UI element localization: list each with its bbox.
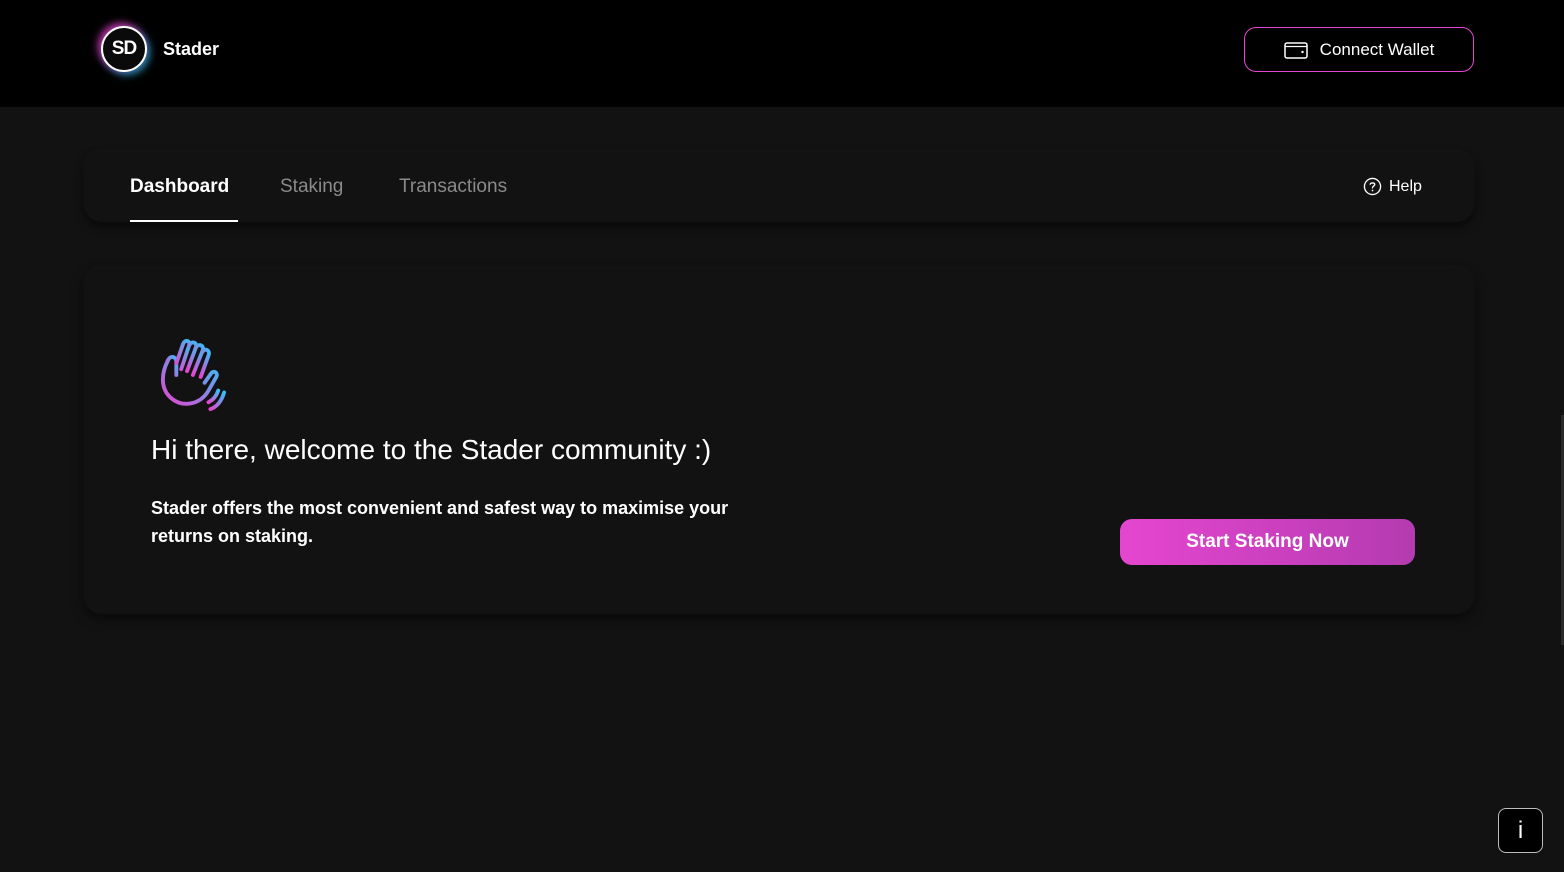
connect-wallet-button[interactable]: Connect Wallet (1244, 27, 1474, 72)
start-staking-button[interactable]: Start Staking Now (1120, 519, 1415, 565)
start-staking-label: Start Staking Now (1186, 531, 1349, 552)
tab-transactions[interactable]: Transactions (399, 176, 507, 198)
welcome-title: Hi there, welcome to the Stader communit… (151, 434, 712, 465)
tab-dashboard[interactable]: Dashboard (130, 176, 229, 198)
info-icon: i (1517, 816, 1524, 844)
info-button[interactable]: i (1498, 808, 1543, 853)
tab-staking[interactable]: Staking (280, 176, 343, 198)
main-nav: Dashboard Staking Transactions Help (84, 152, 1474, 222)
help-icon (1363, 177, 1382, 196)
welcome-card: Hi there, welcome to the Stader communit… (84, 268, 1474, 614)
wallet-icon (1283, 41, 1308, 59)
help-label: Help (1389, 177, 1422, 195)
brand-name: Stader (163, 38, 220, 59)
waving-hand-icon (160, 339, 227, 412)
help-link[interactable]: Help (1363, 177, 1422, 196)
stader-logo: SD (101, 26, 147, 72)
connect-wallet-label: Connect Wallet (1319, 39, 1435, 59)
brand[interactable]: SD Stader (101, 24, 219, 74)
top-header: SD Stader Connect Wallet (0, 0, 1564, 107)
welcome-description: Stader offers the most convenient and sa… (151, 498, 729, 546)
active-tab-indicator (130, 220, 238, 222)
